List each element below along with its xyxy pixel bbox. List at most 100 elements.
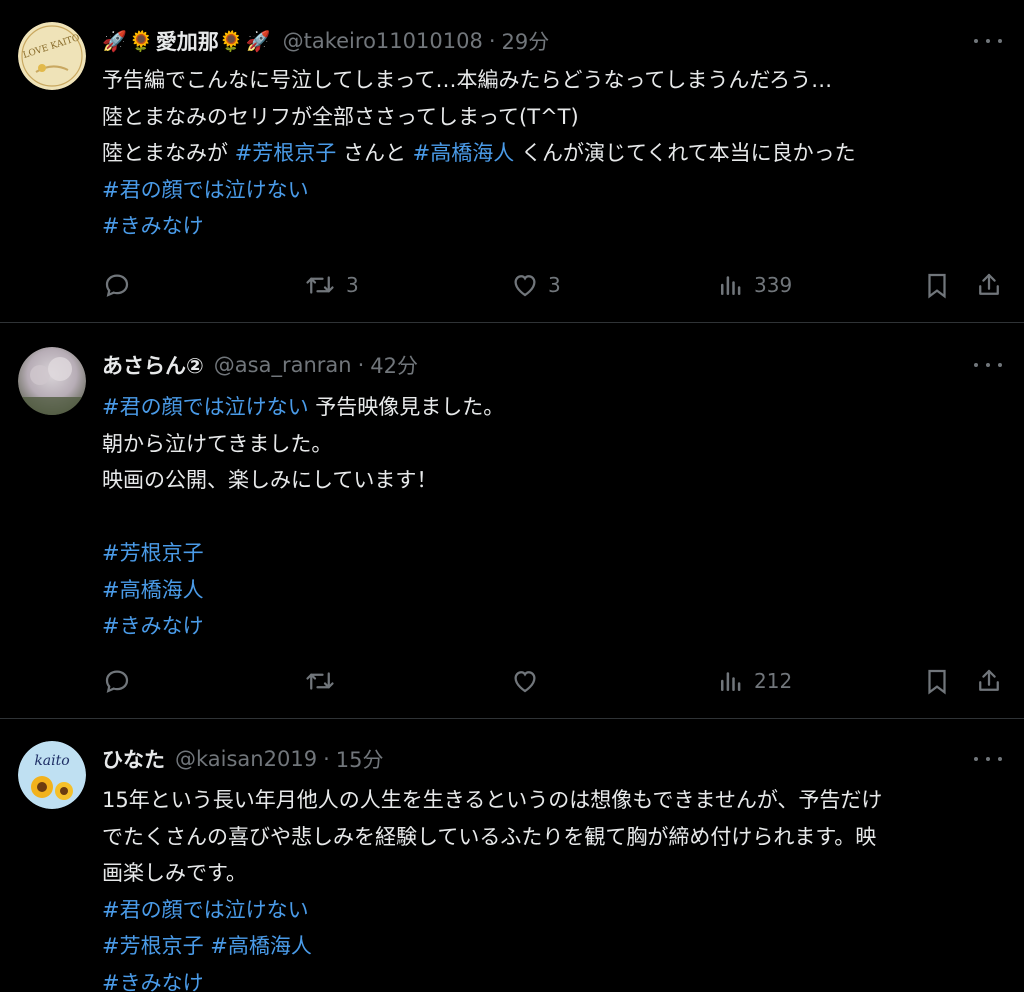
more-icon[interactable] [974, 29, 1002, 53]
views-icon [721, 276, 741, 295]
views-icon [721, 672, 741, 691]
text-line: 映画の公開、楽しみにしています！ [102, 462, 1002, 499]
views-button[interactable]: 212 [716, 661, 792, 701]
tweet-3[interactable]: kaito ひなた @kaisan2019 · 15分 15年という長い年月他人… [0, 719, 1024, 992]
text-line: #君の顔では泣けない 予告映像見ました。 [102, 389, 1002, 426]
hashtag-link[interactable]: #高橋海人 [210, 934, 312, 958]
rocket-emoji-icon: 🚀 [245, 29, 271, 53]
reply-button[interactable] [102, 661, 132, 701]
hashtag-link[interactable]: #芳根京子 [235, 141, 337, 165]
tweet-1[interactable]: LOVE KAITO 🚀 🌻 愛加那 🌻 🚀 @takeiro11010108 … [0, 0, 1024, 322]
sunflower-emoji-icon: 🌻 [128, 29, 154, 53]
views-button[interactable]: 339 [716, 265, 792, 305]
share-icon [979, 669, 999, 691]
share-icon [979, 273, 999, 295]
avatar[interactable]: kaito [18, 741, 86, 809]
hashtag-link[interactable]: #芳根京子 [102, 934, 204, 958]
bookmark-button[interactable] [922, 661, 952, 701]
like-icon [514, 671, 536, 693]
text-segment: 15年という長い年月他人の人生を生きるというのは想像もできませんが、予告だけ [102, 788, 883, 812]
text-line: 陸とまなみのセリフが全部ささってしまって(T^T) [102, 99, 1002, 136]
reply-button[interactable] [102, 265, 132, 305]
text-segment: 映画の公開、楽しみにしています！ [102, 468, 438, 492]
tweet-2[interactable]: あさらん② @asa_ranran · 42分 #君の顔では泣けない 予告映像見… [0, 323, 1024, 718]
action-bar: 3 3 339 [102, 265, 1004, 305]
bookmark-button[interactable] [922, 265, 952, 305]
reply-icon [105, 274, 129, 297]
text-segment: 朝から泣けてきました。 [102, 431, 333, 456]
text-line: #きみなけ [102, 608, 1002, 645]
tweet-header: ひなた @kaisan2019 · 15分 [102, 744, 383, 774]
more-icon[interactable] [974, 747, 1002, 771]
like-icon [514, 275, 536, 297]
text-line: #きみなけ [102, 965, 1002, 992]
hashtag-link[interactable]: #君の顔では泣けない [102, 898, 309, 922]
text-segment: 陸とまなみのセリフが全部ささってしまって(T^T) [102, 104, 579, 129]
reply-icon [105, 670, 129, 693]
timestamp[interactable]: 15分 [336, 744, 384, 774]
text-segment: 画楽しみです。 [102, 861, 247, 885]
text-line: でたくさんの喜びや悲しみを経験しているふたりを観て胸が締め付けられます。映 [102, 819, 1002, 856]
timestamp[interactable]: 29分 [502, 26, 550, 56]
like-button[interactable] [510, 661, 548, 701]
text-line: 画楽しみです。 [102, 855, 1002, 892]
separator-dot: · [357, 353, 365, 377]
text-line: 15年という長い年月他人の人生を生きるというのは想像もできませんが、予告だけ [102, 782, 1002, 819]
text-segment: さんと [336, 141, 413, 165]
action-bar: 212 [102, 661, 1004, 701]
tweet-text: 予告編でこんなに号泣してしまって…本編みたらどうなってしまうんだろう… 陸とまなみ… [102, 62, 1002, 245]
tweet-header: あさらん② @asa_ranran · 42分 [102, 350, 418, 380]
tweet-text: 15年という長い年月他人の人生を生きるというのは想像もできませんが、予告だけ でた… [102, 782, 1002, 992]
bookmark-icon [928, 669, 946, 695]
text-segment: くんが演じてくれて本当に良かった [514, 141, 856, 165]
like-count: 3 [548, 273, 561, 297]
separator-dot: · [323, 747, 330, 771]
retweet-button[interactable] [302, 661, 346, 701]
display-name[interactable]: ひなた [102, 744, 165, 774]
text-line: 朝から泣けてきました。 [102, 426, 1002, 463]
text-segment: 予告編でこんなに号泣してしまって…本編みたらどうなってしまうんだろう… [102, 68, 833, 92]
text-line: #芳根京子 #高橋海人 [102, 928, 1002, 965]
text-line: 予告編でこんなに号泣してしまって…本編みたらどうなってしまうんだろう… [102, 62, 1002, 99]
user-handle[interactable]: @kaisan2019 [175, 747, 317, 771]
more-icon[interactable] [974, 353, 1002, 377]
timestamp[interactable]: 42分 [370, 350, 418, 380]
rocket-emoji-icon: 🚀 [102, 29, 127, 53]
tweet-header: 🚀 🌻 愛加那 🌻 🚀 @takeiro11010108 · 29分 [102, 26, 549, 56]
hashtag-link[interactable]: #きみなけ [102, 971, 204, 992]
display-name[interactable]: 🚀 🌻 愛加那 🌻 🚀 [102, 26, 273, 56]
separator-dot: · [488, 29, 496, 53]
text-line: #君の顔では泣けない [102, 892, 1002, 929]
text-line: 陸とまなみが #芳根京子 さんと #高橋海人 くんが演じてくれて本当に良かった [102, 135, 1002, 172]
hashtag-link[interactable]: #きみなけ [102, 214, 204, 238]
retweet-icon [306, 672, 334, 690]
user-handle[interactable]: @asa_ranran [214, 353, 352, 377]
retweet-button[interactable]: 3 [302, 265, 359, 305]
views-count: 339 [754, 273, 793, 297]
retweet-count: 3 [346, 273, 359, 297]
display-name[interactable]: あさらん② [102, 350, 204, 380]
hashtag-link[interactable]: #高橋海人 [102, 578, 204, 602]
avatar[interactable] [18, 347, 86, 415]
share-button[interactable] [974, 265, 1004, 305]
bookmark-icon [928, 273, 946, 299]
hashtag-link[interactable]: #君の顔では泣けない [102, 178, 309, 202]
text-segment: 陸とまなみが [102, 141, 235, 165]
hashtag-link[interactable]: #君の顔では泣けない [102, 395, 309, 419]
text-segment: でたくさんの喜びや悲しみを経験しているふたりを観て胸が締め付けられます。映 [102, 824, 877, 849]
views-count: 212 [754, 669, 793, 693]
hashtag-link[interactable]: #きみなけ [102, 614, 204, 638]
text-line: #芳根京子 [102, 535, 1002, 572]
display-name-text: 愛加那 [155, 30, 219, 54]
hashtag-link[interactable]: #芳根京子 [102, 541, 204, 565]
avatar[interactable]: LOVE KAITO [18, 22, 86, 90]
user-handle[interactable]: @takeiro11010108 [283, 29, 483, 53]
text-line: #きみなけ [102, 208, 1002, 245]
text-line: #君の顔では泣けない [102, 172, 1002, 209]
share-button[interactable] [974, 661, 1004, 701]
sunflower-emoji-icon: 🌻 [218, 29, 244, 53]
hashtag-link[interactable]: #高橋海人 [413, 141, 515, 165]
retweet-icon [306, 276, 334, 294]
like-button[interactable]: 3 [510, 265, 561, 305]
